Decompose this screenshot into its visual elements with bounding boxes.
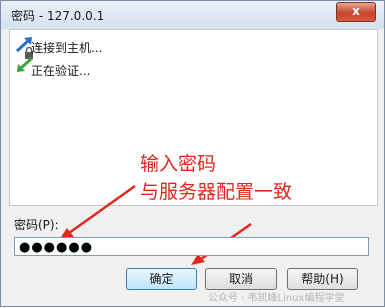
annotation-arrows (59, 184, 252, 265)
password-label: 密码(P): (14, 218, 59, 232)
watermark: 公众号 · 韦凯峰Linux编程学堂 (208, 293, 345, 304)
annotation-arrow-to-input (59, 184, 136, 240)
password-dialog: 密码 - 127.0.0.1 x 连接到主机... 正在验证... 输入密码 与… (0, 0, 385, 307)
cancel-button[interactable]: 取消 (205, 268, 277, 290)
ok-button[interactable]: 确定 (126, 268, 197, 290)
help-button[interactable]: 帮助(H) (287, 268, 358, 290)
password-input[interactable]: ●●●●●● (14, 237, 369, 256)
